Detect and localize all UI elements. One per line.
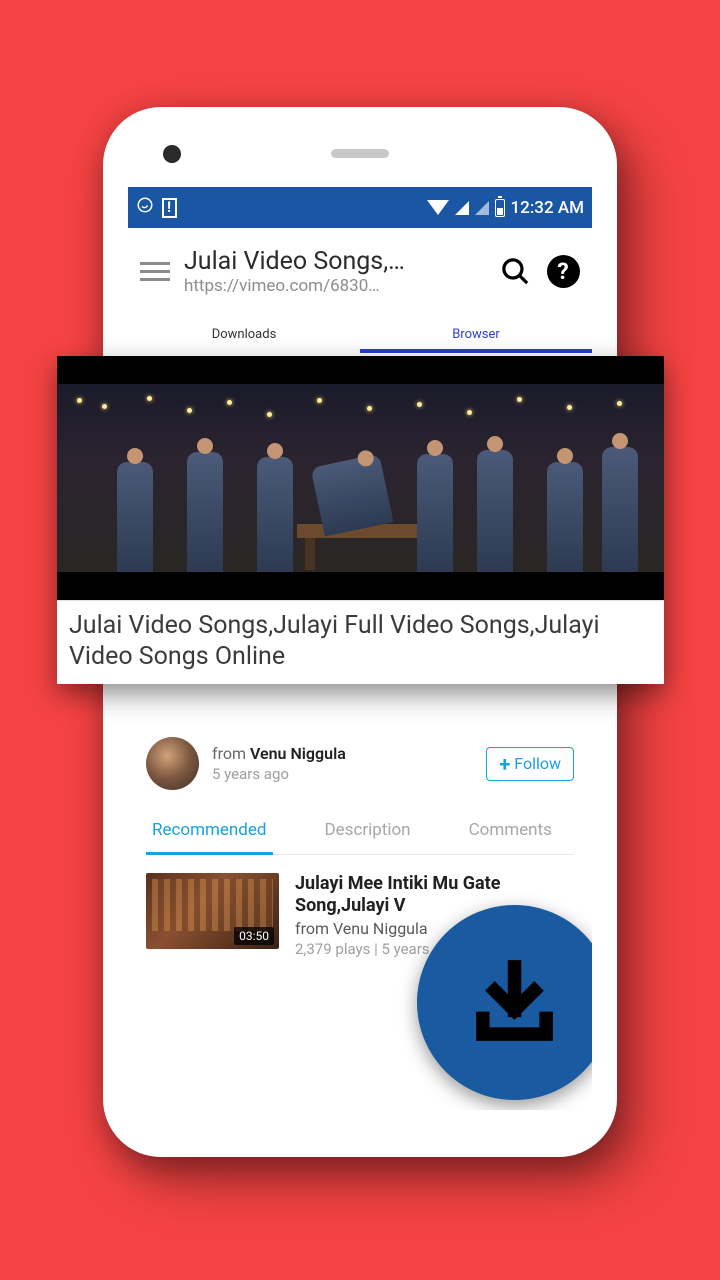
popout-title-bar: Julai Video Songs,Julayi Full Video Song… — [57, 600, 664, 684]
signal-icon-2 — [475, 201, 489, 215]
author-name[interactable]: Venu Niggula — [250, 744, 346, 763]
battery-icon — [495, 199, 505, 217]
author-row: from Venu Niggula 5 years ago + Follow — [128, 729, 592, 800]
help-button[interactable]: ? — [546, 255, 580, 289]
plus-icon: + — [499, 754, 510, 774]
search-icon — [500, 256, 531, 287]
help-icon: ? — [547, 255, 580, 288]
tab-browser[interactable]: Browser — [360, 315, 592, 353]
duration-badge: 03:50 — [234, 927, 274, 945]
video-title: Julai Video Songs,Julayi Full Video Song… — [69, 611, 652, 672]
sub-tabs: Recommended Description Comments — [146, 810, 574, 855]
sim-alert-icon — [162, 198, 177, 218]
app-bar: Julai Video Songs,… https://vimeo.com/68… — [128, 228, 592, 315]
tab-recommended[interactable]: Recommended — [146, 810, 273, 854]
page-title: Julai Video Songs,… — [184, 247, 484, 276]
video-player[interactable] — [57, 356, 664, 600]
android-status-bar: 12:32 AM — [128, 187, 592, 228]
follow-button[interactable]: + Follow — [486, 747, 574, 781]
status-right-icons: 12:32 AM — [427, 198, 585, 218]
wifi-icon — [427, 200, 449, 215]
menu-icon[interactable] — [140, 262, 170, 281]
author-age: 5 years ago — [212, 765, 473, 783]
video-frame — [57, 384, 664, 572]
tab-description[interactable]: Description — [319, 810, 417, 854]
tab-downloads[interactable]: Downloads — [128, 315, 360, 353]
download-icon — [467, 955, 562, 1050]
main-tabs: Downloads Browser — [128, 315, 592, 353]
status-clock: 12:32 AM — [511, 198, 585, 218]
phone-speaker — [331, 149, 389, 158]
tab-comments[interactable]: Comments — [463, 810, 558, 854]
author-from-label: from — [212, 744, 250, 763]
follow-label: Follow — [514, 754, 561, 773]
avatar[interactable] — [146, 737, 199, 790]
title-area: Julai Video Songs,… https://vimeo.com/68… — [184, 247, 484, 296]
video-popout: Julai Video Songs,Julayi Full Video Song… — [57, 356, 664, 684]
search-button[interactable] — [498, 255, 532, 289]
front-camera-dot — [163, 145, 181, 163]
page-url: https://vimeo.com/6830… — [184, 276, 484, 296]
status-left-icons — [136, 196, 177, 219]
whatsapp-icon — [136, 196, 154, 219]
author-text: from Venu Niggula 5 years ago — [212, 744, 473, 783]
signal-icon-1 — [455, 201, 469, 215]
video-thumbnail: 03:50 — [146, 873, 279, 949]
